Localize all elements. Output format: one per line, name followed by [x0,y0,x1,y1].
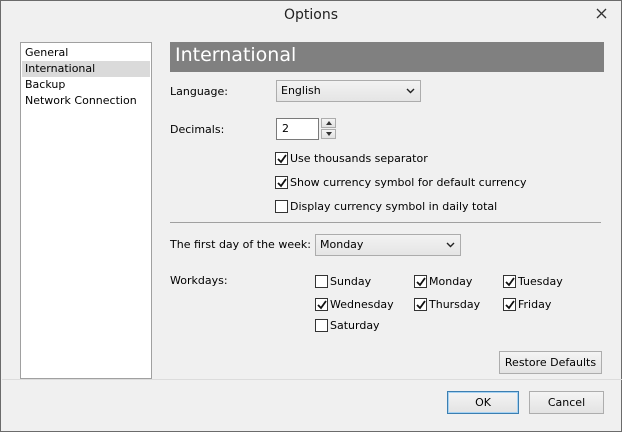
decimals-input[interactable]: 2 [276,118,319,140]
decimals-value: 2 [282,122,289,135]
close-icon [596,8,607,19]
checkmark-icon [317,300,327,310]
chevron-down-small-icon [326,132,332,136]
checkmark-icon [416,300,426,310]
workday-friday-label: Friday [518,298,552,311]
section-heading: International [175,44,297,66]
nav-item-international[interactable]: International [22,61,150,77]
first-day-value: Monday [320,238,364,251]
workday-thursday-label: Thursday [429,298,481,311]
first-day-label: The first day of the week: [170,238,311,251]
chevron-down-icon [406,88,415,94]
checkmark-icon [277,178,287,188]
checkmark-icon [505,300,515,310]
nav-item-network-connection[interactable]: Network Connection [22,93,150,109]
nav-item-general[interactable]: General [22,45,150,61]
cancel-button[interactable]: Cancel [529,391,604,414]
chevron-down-icon [446,242,455,248]
workday-sunday-label: Sunday [330,275,372,288]
thousands-separator-label: Use thousands separator [290,152,428,165]
currency-symbol-daily-label: Display currency symbol in daily total [290,200,498,213]
footer-divider [2,379,622,380]
workday-tuesday-label: Tuesday [518,275,563,288]
window-title: Options [283,7,339,23]
workday-saturday-label: Saturday [330,319,380,332]
close-button[interactable] [587,4,617,23]
chevron-up-icon [326,121,332,125]
language-dropdown[interactable]: English [276,80,421,102]
nav-item-backup[interactable]: Backup [22,77,150,93]
first-day-dropdown[interactable]: Monday [315,234,461,256]
language-value: English [281,84,321,97]
workday-wednesday-label: Wednesday [330,298,394,311]
options-category-list[interactable]: General International Backup Network Con… [20,42,152,379]
language-label: Language: [170,85,228,98]
options-window: Options General International Backup Net… [0,0,622,432]
decimals-increment-button[interactable] [321,118,336,128]
currency-symbol-default-label: Show currency symbol for default currenc… [290,176,527,189]
checkmark-icon [277,154,287,164]
section-divider [170,222,601,223]
workdays-label: Workdays: [170,274,228,287]
decimals-label: Decimals: [170,123,225,136]
workday-monday-label: Monday [429,275,473,288]
checkmark-icon [505,277,515,287]
ok-button[interactable]: OK [447,391,519,414]
decimals-decrement-button[interactable] [321,129,336,139]
title-bar: Options [1,1,621,32]
checkmark-icon [416,277,426,287]
section-heading-bar: International [170,42,604,72]
restore-defaults-button[interactable]: Restore Defaults [499,351,602,374]
